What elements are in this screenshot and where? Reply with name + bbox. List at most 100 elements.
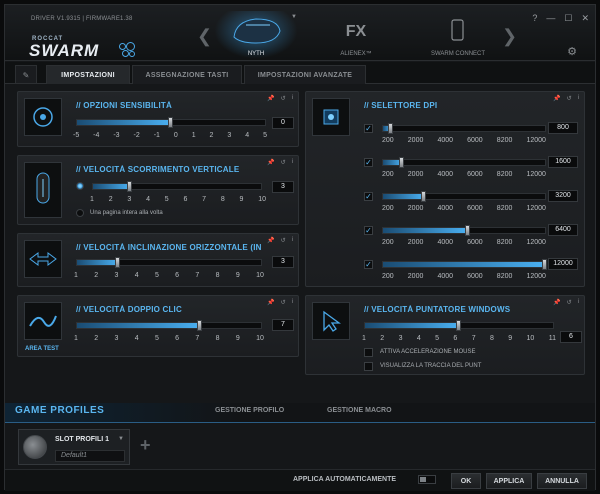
pin-icon[interactable]: 📌 bbox=[267, 159, 274, 166]
tick-label: 2 bbox=[94, 335, 99, 342]
ok-button[interactable]: OK bbox=[451, 473, 481, 489]
slider-knob[interactable] bbox=[196, 320, 202, 331]
sensitivity-value[interactable]: 0 bbox=[272, 117, 294, 129]
cancel-button[interactable]: ANNULLA bbox=[537, 473, 587, 489]
tick-label: 6 bbox=[175, 272, 180, 279]
info-icon[interactable]: i bbox=[292, 159, 293, 166]
dpi-slider[interactable] bbox=[382, 259, 547, 270]
reset-icon[interactable]: ↺ bbox=[281, 159, 286, 166]
pin-icon[interactable]: 📌 bbox=[553, 299, 560, 306]
dblclick-slider[interactable] bbox=[76, 320, 262, 331]
slider-knob[interactable] bbox=[114, 257, 120, 268]
hscroll-slider[interactable] bbox=[76, 257, 262, 268]
driver-version: DRIVER V1.9315 | FIRMWARE1.38 bbox=[31, 16, 133, 22]
dpi-slider[interactable] bbox=[382, 123, 546, 134]
dpi-value[interactable]: 12000 bbox=[548, 258, 578, 270]
add-profile-icon[interactable]: + bbox=[140, 435, 151, 456]
info-icon[interactable]: i bbox=[292, 299, 293, 306]
pin-icon[interactable]: 📌 bbox=[267, 299, 274, 306]
panel-pointer-speed: // VELOCITÀ PUNTATORE WINDOWS 📌 ↺ i 1 2 3 4 5 6… bbox=[305, 295, 585, 375]
gear-icon[interactable]: ⚙ bbox=[567, 45, 577, 58]
tick-label: -1 bbox=[153, 132, 160, 139]
area-test-label[interactable]: AREA TEST bbox=[25, 346, 59, 352]
dpi-value[interactable]: 6400 bbox=[548, 224, 578, 236]
dblclick-value[interactable]: 7 bbox=[272, 319, 294, 331]
slider-knob[interactable] bbox=[542, 259, 547, 270]
slider-knob[interactable] bbox=[465, 225, 471, 236]
dropdown-icon[interactable]: ▼ bbox=[291, 14, 297, 20]
device-tab-swarm-connect[interactable]: SWARM CONNECT bbox=[413, 11, 503, 61]
pin-icon[interactable]: 📌 bbox=[267, 237, 274, 244]
device-tab-nyth[interactable]: ▼ NYTH bbox=[211, 11, 301, 61]
slider-knob[interactable] bbox=[388, 123, 394, 134]
app-logo: SWARM bbox=[29, 41, 100, 60]
pointer-value[interactable]: 6 bbox=[560, 331, 582, 343]
slider-knob[interactable] bbox=[456, 320, 461, 331]
dpi-value[interactable]: 1600 bbox=[548, 156, 578, 168]
sensitivity-icon bbox=[24, 98, 62, 136]
reset-icon[interactable]: ↺ bbox=[567, 95, 572, 102]
tick-label: 10 bbox=[258, 196, 266, 203]
dpi-slider[interactable] bbox=[382, 225, 546, 236]
maximize-icon[interactable]: ☐ bbox=[564, 13, 572, 24]
device-prev-arrow[interactable]: ❮ bbox=[197, 26, 212, 47]
slider-knob[interactable] bbox=[168, 117, 173, 128]
info-icon[interactable]: i bbox=[292, 95, 293, 102]
reset-icon[interactable]: ↺ bbox=[281, 299, 286, 306]
close-icon[interactable]: ✕ bbox=[581, 13, 589, 24]
sensitivity-slider[interactable] bbox=[76, 117, 266, 128]
minimize-icon[interactable]: — bbox=[546, 13, 555, 24]
slider-knob[interactable] bbox=[421, 191, 427, 202]
tab-gestione-macro[interactable]: GESTIONE MACRO bbox=[327, 407, 392, 414]
tab-impostazioni[interactable]: IMPOSTAZIONI bbox=[46, 65, 130, 84]
tick-label: 8200 bbox=[496, 273, 513, 280]
info-icon[interactable]: i bbox=[578, 299, 579, 306]
pointer-icon bbox=[312, 302, 350, 340]
info-icon[interactable]: i bbox=[578, 95, 579, 102]
pointer-slider[interactable] bbox=[364, 320, 554, 331]
dpi-value[interactable]: 3200 bbox=[548, 190, 578, 202]
hscroll-value[interactable]: 3 bbox=[272, 256, 294, 268]
pin-icon[interactable]: ✎ bbox=[15, 65, 37, 84]
tab-assegnazione-tasti[interactable]: ASSEGNAZIONE TASTI bbox=[132, 65, 242, 84]
pin-icon[interactable]: 📌 bbox=[267, 95, 274, 102]
profile-slot[interactable]: SLOT PROFILI 1 ▼ Default1 bbox=[18, 429, 130, 465]
acceleration-label: ATTIVA ACCELERAZIONE MOUSE bbox=[380, 349, 476, 355]
trail-checkbox[interactable] bbox=[364, 362, 373, 371]
tick-label: 0 bbox=[173, 132, 178, 139]
pin-icon[interactable]: 📌 bbox=[553, 95, 560, 102]
profile-name-field[interactable]: Default1 bbox=[55, 450, 125, 462]
dpi-checkbox[interactable]: ✓ bbox=[364, 226, 373, 235]
dpi-value[interactable]: 800 bbox=[548, 122, 578, 134]
auto-apply-toggle[interactable] bbox=[418, 475, 436, 484]
device-tab-alienfx[interactable]: FX ALIENEX™ bbox=[311, 11, 401, 61]
dpi-checkbox[interactable]: ✓ bbox=[364, 260, 373, 269]
slider-knob[interactable] bbox=[127, 181, 133, 192]
dpi-slider[interactable] bbox=[382, 157, 546, 168]
info-icon[interactable]: i bbox=[292, 237, 293, 244]
reset-icon[interactable]: ↺ bbox=[567, 299, 572, 306]
tab-impostazioni-avanzate[interactable]: IMPOSTAZIONI AVANZATE bbox=[244, 65, 366, 84]
reset-icon[interactable]: ↺ bbox=[281, 237, 286, 244]
vscroll-value[interactable]: 3 bbox=[272, 181, 294, 193]
slider-knob[interactable] bbox=[399, 157, 405, 168]
apply-button[interactable]: APPLICA bbox=[486, 473, 532, 489]
dpi-checkbox[interactable]: ✓ bbox=[364, 192, 373, 201]
panel-dpi: // SELETTORE DPI 📌 ↺ i ✓ 800 200 2000 4000 6000… bbox=[305, 91, 585, 287]
device-next-arrow[interactable]: ❯ bbox=[502, 26, 517, 47]
dpi-checkbox[interactable]: ✓ bbox=[364, 158, 373, 167]
panel-icons: 📌 ↺ i bbox=[267, 237, 293, 244]
dpi-slider[interactable] bbox=[382, 191, 546, 202]
reset-icon[interactable]: ↺ bbox=[281, 95, 286, 102]
dpi-checkbox[interactable]: ✓ bbox=[364, 124, 373, 133]
help-icon[interactable]: ? bbox=[532, 13, 537, 24]
tick-label: 2000 bbox=[407, 205, 424, 212]
chevron-down-icon[interactable]: ▼ bbox=[118, 436, 124, 442]
tick-label: 1 bbox=[74, 335, 78, 342]
acceleration-checkbox[interactable] bbox=[364, 348, 373, 357]
scroll-page-radio[interactable] bbox=[76, 209, 84, 217]
tab-gestione-profilo[interactable]: GESTIONE PROFILO bbox=[215, 407, 284, 414]
scroll-lines-radio[interactable] bbox=[76, 182, 84, 190]
vscroll-slider[interactable] bbox=[92, 181, 262, 192]
area-test-icon[interactable] bbox=[24, 302, 62, 340]
